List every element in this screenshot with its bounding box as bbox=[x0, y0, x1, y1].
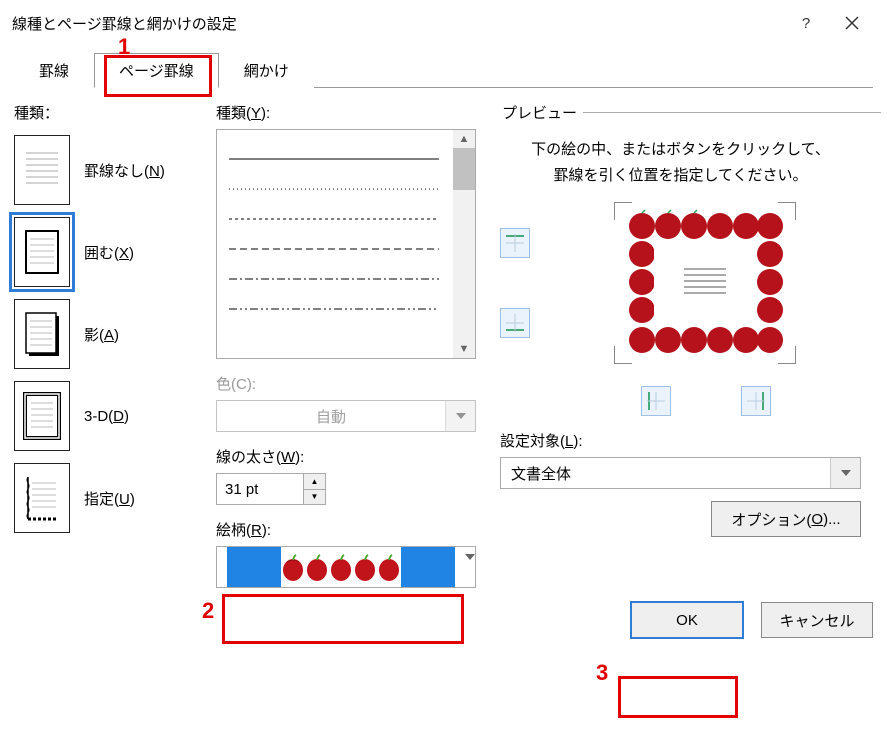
apply-to-dropdown[interactable]: 文書全体 bbox=[500, 457, 861, 489]
preview-hint: 下の絵の中、またはボタンをクリックして、罫線を引く位置を指定してください。 bbox=[500, 127, 861, 208]
spinner-up-icon[interactable]: ▲ bbox=[304, 474, 325, 490]
setting-none[interactable]: 罫線なし(N) bbox=[14, 129, 204, 211]
chevron-down-icon bbox=[465, 547, 475, 587]
color-label: 色(C): bbox=[216, 373, 476, 394]
style-solid[interactable] bbox=[229, 144, 441, 174]
setting-shadow-label: 影(A) bbox=[84, 324, 119, 345]
style-dashdot[interactable] bbox=[229, 264, 441, 294]
setting-3d[interactable]: 3-D(D) bbox=[14, 375, 204, 457]
width-label: 線の太さ(W): bbox=[216, 446, 476, 467]
style-scrollbar[interactable]: ▲ ▼ bbox=[453, 130, 475, 358]
scroll-thumb[interactable] bbox=[453, 148, 475, 190]
tab-page-border[interactable]: ページ罫線 bbox=[94, 53, 219, 88]
border-bottom-toggle[interactable] bbox=[500, 308, 530, 338]
apply-to-value: 文書全体 bbox=[501, 463, 830, 484]
tab-border[interactable]: 罫線 bbox=[14, 53, 94, 88]
setting-3d-thumb bbox=[14, 381, 70, 451]
style-dotted[interactable] bbox=[229, 174, 441, 204]
ok-button[interactable]: OK bbox=[631, 602, 743, 638]
art-label: 絵柄(R): bbox=[216, 519, 476, 540]
setting-label: 種類： bbox=[14, 102, 204, 123]
preview-page-content-icon bbox=[654, 242, 756, 324]
chevron-down-icon bbox=[445, 401, 475, 431]
color-dropdown[interactable]: 自動 bbox=[216, 400, 476, 432]
color-value: 自動 bbox=[217, 406, 445, 427]
border-top-toggle[interactable] bbox=[500, 228, 530, 258]
border-right-toggle[interactable] bbox=[741, 386, 771, 416]
width-value[interactable]: 31 pt bbox=[217, 481, 303, 498]
tab-strip: 罫線 ページ罫線 網かけ bbox=[14, 52, 873, 88]
spinner-down-icon[interactable]: ▼ bbox=[304, 490, 325, 505]
setting-box-thumb bbox=[14, 217, 70, 287]
setting-shadow[interactable]: 影(A) bbox=[14, 293, 204, 375]
apply-to-label: 設定対象(L): bbox=[500, 430, 861, 451]
annotation-highlight-3 bbox=[618, 676, 738, 718]
setting-shadow-thumb bbox=[14, 299, 70, 369]
cancel-button[interactable]: キャンセル bbox=[761, 602, 873, 638]
tab-shading[interactable]: 網かけ bbox=[219, 53, 314, 88]
setting-none-thumb bbox=[14, 135, 70, 205]
setting-3d-label: 3-D(D) bbox=[84, 408, 129, 425]
width-spinner[interactable]: 31 pt ▲ ▼ bbox=[216, 473, 326, 505]
chevron-down-icon bbox=[830, 458, 860, 488]
style-label: 種類(Y): bbox=[216, 102, 476, 123]
setting-box[interactable]: 囲む(X) bbox=[14, 211, 204, 293]
scroll-up-icon[interactable]: ▲ bbox=[453, 130, 475, 148]
style-dash[interactable] bbox=[229, 234, 441, 264]
art-dropdown[interactable] bbox=[216, 546, 476, 588]
setting-custom[interactable]: 指定(U) bbox=[14, 457, 204, 539]
style-listbox[interactable]: ▲ ▼ bbox=[216, 129, 476, 359]
help-button[interactable]: ? bbox=[783, 7, 829, 39]
options-button[interactable]: オプション(O)... bbox=[711, 501, 861, 537]
border-left-toggle[interactable] bbox=[641, 386, 671, 416]
dialog-title: 線種とページ罫線と網かけの設定 bbox=[12, 13, 783, 34]
setting-box-label: 囲む(X) bbox=[84, 242, 134, 263]
close-button[interactable] bbox=[829, 7, 875, 39]
style-dash-fine[interactable] bbox=[229, 204, 441, 234]
style-dashdotdot[interactable] bbox=[229, 294, 441, 324]
preview-page[interactable] bbox=[620, 208, 790, 358]
setting-custom-label: 指定(U) bbox=[84, 488, 135, 509]
setting-custom-thumb bbox=[14, 463, 70, 533]
close-icon bbox=[845, 16, 859, 30]
art-apples-preview bbox=[281, 547, 401, 587]
scroll-down-icon[interactable]: ▼ bbox=[453, 340, 475, 358]
annotation-number-3: 3 bbox=[596, 660, 608, 686]
setting-none-label: 罫線なし(N) bbox=[84, 160, 165, 181]
